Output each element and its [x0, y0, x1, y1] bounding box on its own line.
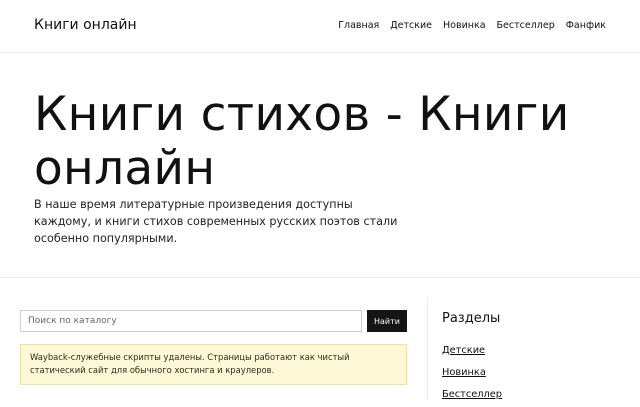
brand-link[interactable]: Книги онлайн	[34, 17, 137, 33]
hero-section: Книги стихов - Книги онлайн В наше время…	[0, 54, 640, 278]
sidebar-link-children[interactable]: Детские	[442, 345, 485, 356]
hero-lead: В наше время литературные произведения д…	[34, 198, 398, 245]
nav-link-bestseller[interactable]: Бестселлер	[497, 20, 555, 31]
main-content: Найти Wayback-служебные скрипты удалены.…	[20, 310, 407, 385]
nav-link-new[interactable]: Новинка	[443, 20, 486, 31]
notice-banner: Wayback-служебные скрипты удалены. Стран…	[20, 344, 407, 385]
sidebar-link-new[interactable]: Новинка	[442, 367, 486, 378]
sidebar: Разделы Детские Новинка Бестселлер	[442, 311, 622, 407]
column-divider	[427, 298, 428, 400]
search-button[interactable]: Найти	[367, 310, 407, 332]
nav-link-fanfic[interactable]: Фанфик	[566, 20, 606, 31]
main-nav: Главная Детские Новинка Бестселлер Фанфи…	[338, 20, 606, 31]
site-header: Книги онлайн Главная Детские Новинка Бес…	[0, 0, 640, 53]
sidebar-link-bestseller[interactable]: Бестселлер	[442, 389, 502, 400]
nav-link-home[interactable]: Главная	[338, 20, 379, 31]
search-form: Найти	[20, 310, 407, 332]
sidebar-list: Детские Новинка Бестселлер	[442, 338, 622, 407]
search-input[interactable]	[20, 310, 362, 332]
sidebar-item: Бестселлер	[442, 382, 622, 407]
sidebar-title: Разделы	[442, 311, 501, 326]
nav-link-children[interactable]: Детские	[390, 20, 432, 31]
page-title: Книги стихов - Книги онлайн	[34, 87, 570, 196]
